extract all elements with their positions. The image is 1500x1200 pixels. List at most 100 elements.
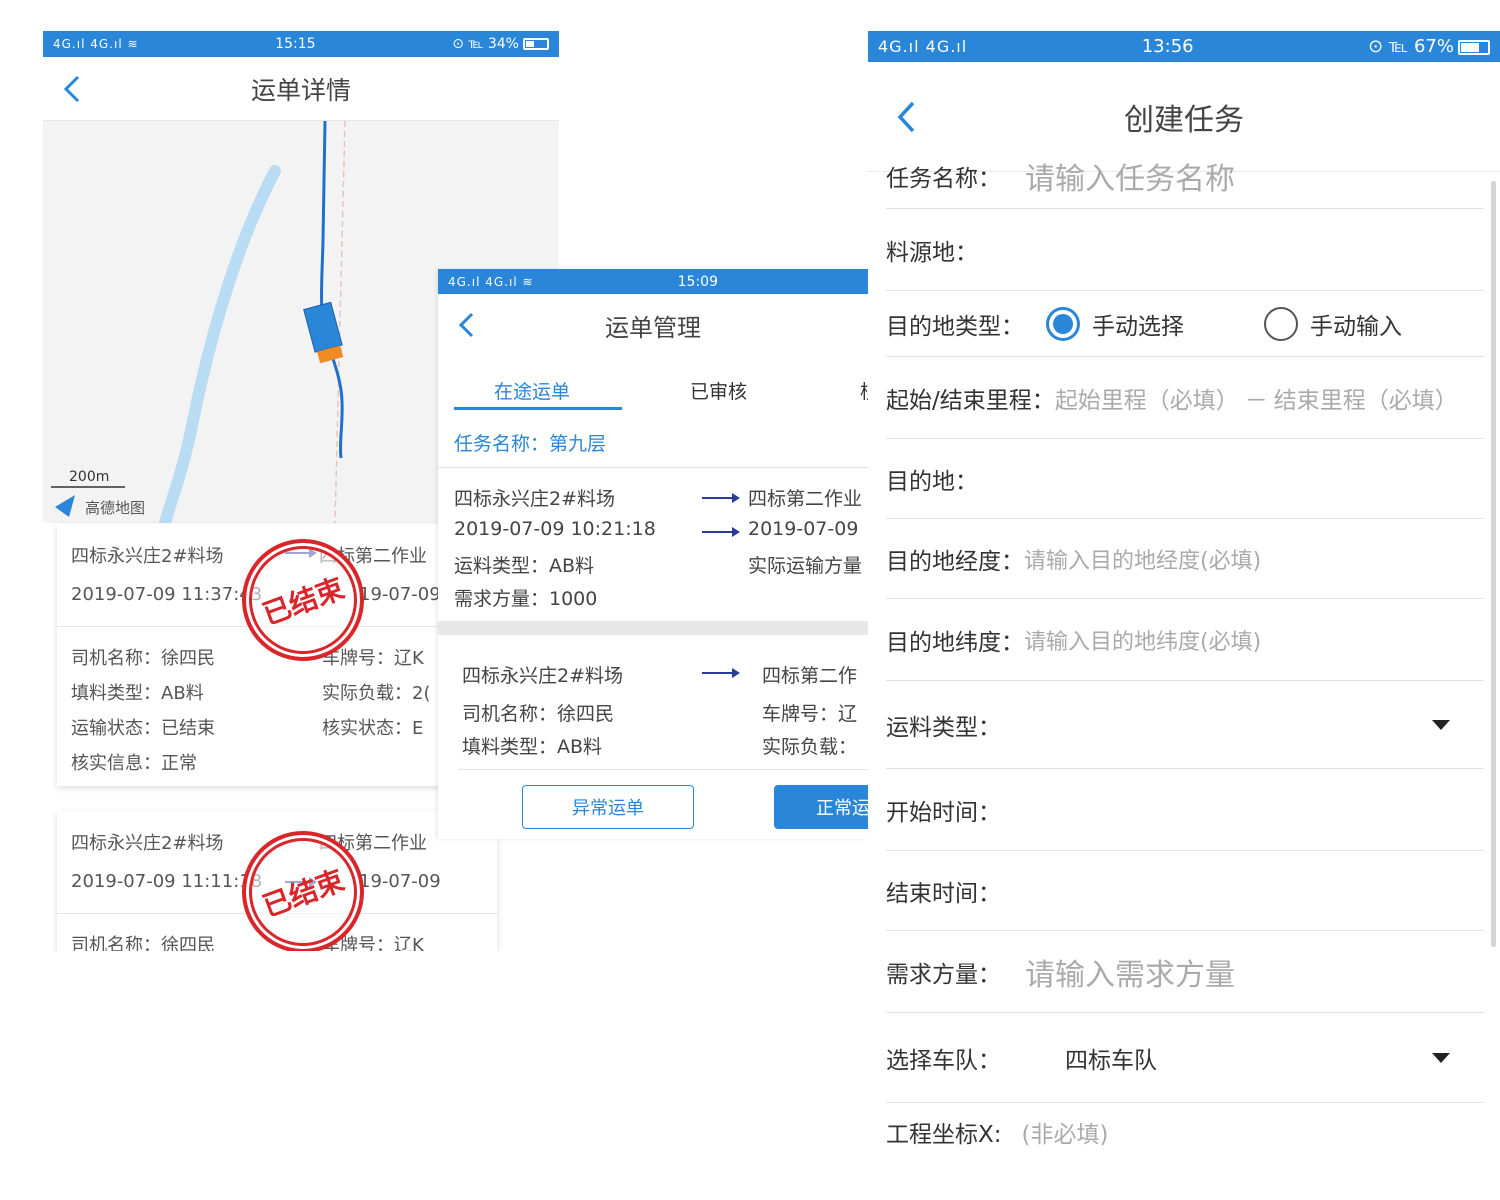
field-label: 目的地纬度： (886, 629, 1024, 656)
longitude-input[interactable]: 请输入目的地经度(必填) (1024, 543, 1261, 575)
field-label: 开始时间： (886, 799, 1001, 826)
tab-more[interactable]: 核 (860, 377, 868, 404)
transport-status: 运输状态：已结束 (71, 718, 215, 739)
latitude-row: 目的地纬度： 请输入目的地纬度(必填) (886, 599, 1484, 681)
start-mileage-input[interactable]: 起始里程（必填） (1055, 381, 1239, 415)
field-label: 目的地： (886, 468, 978, 495)
tab-approved[interactable]: 已审核 (690, 377, 747, 404)
demand-volume: 需求方量：1000 (454, 588, 598, 610)
map-logo-text: 高德地图 (85, 499, 145, 517)
signal-icon: 4G.ıl 4G.ıl ≋ (53, 37, 139, 51)
create-task-screen: 4G.ıl 4G.ıl 13:56 ⊙ ℡ 67% 创建任务 任务名称： 请输入… (868, 31, 1500, 1161)
back-button[interactable] (63, 75, 81, 103)
arrow-icon (702, 668, 740, 678)
truck-icon (303, 301, 344, 364)
from-site: 四标永兴庄2#料场 (454, 488, 616, 510)
river-shape (159, 165, 281, 529)
waybill-management-screen: 4G.ıl 4G.ıl ≋ 15:09 运单管理 在途运单 已审核 核 任务名称… (438, 269, 868, 839)
field-label: 运料类型： (886, 714, 1001, 741)
map-scale-label: 200m (69, 469, 109, 485)
back-button[interactable] (896, 100, 916, 134)
actual-volume: 实际运输方量 (748, 555, 863, 577)
mileage-row: 起始/结束里程： 起始里程（必填） － 结束里程（必填） (886, 357, 1484, 439)
scrollbar[interactable] (1491, 181, 1496, 947)
back-button[interactable] (458, 312, 474, 338)
status-bar: 4G.ıl 4G.ıl 13:56 ⊙ ℡ 67% (868, 31, 1500, 62)
route-track (320, 120, 344, 459)
verify-status: 核实状态：E (322, 718, 424, 739)
start-time-row[interactable]: 开始时间： (886, 769, 1484, 851)
start-time: 2019-07-09 11:11:18 (71, 871, 263, 892)
end-time: 19-07-09 (359, 584, 441, 605)
demand-input[interactable]: 请输入需求方量 (1025, 950, 1235, 994)
status-time: 15:09 (677, 273, 718, 290)
waybill-card[interactable]: 四标永兴庄2#料场 四标第二作业 2019-07-09 11:37:43 19-… (57, 521, 497, 786)
tab-in-transit[interactable]: 在途运单 (494, 377, 570, 404)
field-label: 工程坐标X: (886, 1122, 1002, 1148)
abnormal-waybill-button[interactable]: 异常运单 (522, 785, 694, 829)
end-mileage-input[interactable]: 结束里程（必填） (1274, 381, 1458, 415)
radio-manual-select[interactable] (1046, 306, 1080, 341)
divider (438, 467, 868, 468)
dropdown-arrow-icon (1432, 719, 1450, 730)
divider (458, 769, 868, 770)
actual-load: 实际负载：2( (322, 683, 431, 704)
verify-info: 核实信息：正常 (71, 753, 197, 774)
field-label: 目的地类型： (886, 313, 1024, 340)
task-name-row: 任务名称： 请输入任务名称 (886, 143, 1484, 209)
fleet-select[interactable]: 选择车队： 四标车队 (886, 1013, 1484, 1103)
material-type: 运料类型：AB料 (454, 555, 595, 577)
from-site: 四标永兴庄2#料场 (71, 833, 224, 854)
signal-icon: 4G.ıl 4G.ıl ≋ (448, 274, 534, 289)
longitude-row: 目的地经度： 请输入目的地经度(必填) (886, 519, 1484, 599)
tab-bar: 在途运单 已审核 核 (438, 367, 868, 412)
status-right: ⊙ ℡ 34% (452, 36, 549, 52)
status-bar: 4G.ıl 4G.ıl ≋ 15:15 ⊙ ℡ 34% (43, 31, 559, 57)
page-title: 运单管理 (605, 313, 701, 342)
page-title: 创建任务 (1124, 102, 1244, 138)
active-tab-indicator (454, 407, 622, 410)
radio-manual-input[interactable] (1264, 306, 1298, 341)
latitude-input[interactable]: 请输入目的地纬度(必填) (1024, 624, 1261, 656)
amap-logo-icon (55, 495, 75, 517)
task-name-input[interactable]: 请输入任务名称 (1025, 154, 1235, 198)
page-title: 运单详情 (250, 75, 351, 105)
status-time: 13:56 (1141, 36, 1194, 57)
material-type-select[interactable]: 运料类型： (886, 681, 1484, 769)
source-row[interactable]: 料源地： (886, 209, 1484, 291)
from-site: 四标永兴庄2#料场 (71, 546, 224, 567)
field-label: 料源地： (886, 239, 978, 266)
coord-x-input[interactable]: (非必填) (1022, 1115, 1109, 1149)
demand-row: 需求方量： 请输入需求方量 (886, 931, 1484, 1013)
from-site: 四标永兴庄2#料场 (462, 665, 624, 687)
chevron-left-icon (897, 101, 915, 132)
end-time: 19-07-09 (359, 871, 441, 892)
radio-label: 手动选择 (1092, 313, 1184, 340)
nav-bar: 运单详情 (43, 57, 559, 121)
radio-label: 手动输入 (1310, 313, 1402, 340)
nav-bar: 运单管理 (438, 294, 868, 356)
status-time: 15:15 (275, 36, 316, 52)
task-name: 任务名称：第九层 (454, 433, 607, 455)
mileage-dash: － (1244, 387, 1268, 414)
status-right: ⊙ ℡ 67% (1368, 36, 1490, 57)
chevron-left-icon (458, 312, 474, 338)
driver-name: 司机名称：徐四民 (462, 703, 615, 725)
start-time: 2019-07-09 10:21:18 (454, 518, 656, 540)
field-label: 结束时间： (886, 880, 1001, 907)
dropdown-arrow-icon (1432, 1052, 1450, 1063)
waybill-card[interactable]: 四标永兴庄2#料场 四标第二作业 2019-07-09 11:11:18 19-… (57, 811, 497, 951)
status-bar: 4G.ıl 4G.ıl ≋ 15:09 (438, 269, 868, 294)
arrow-icon (702, 493, 740, 503)
end-time-row[interactable]: 结束时间： (886, 851, 1484, 931)
signal-icon: 4G.ıl 4G.ıl (878, 37, 968, 56)
battery-icon (1457, 39, 1490, 55)
driver-name: 司机名称：徐四民 (71, 935, 215, 951)
dest-row[interactable]: 目的地： (886, 439, 1484, 519)
field-label: 目的地经度： (886, 548, 1024, 575)
fill-type: 填料类型：AB料 (71, 683, 204, 704)
field-label: 选择车队： (886, 1047, 1001, 1074)
normal-waybill-button[interactable]: 正常运 (774, 785, 868, 829)
coord-x-row: 工程坐标X: (非必填) (886, 1103, 1484, 1161)
driver-name: 司机名称：徐四民 (71, 648, 215, 669)
